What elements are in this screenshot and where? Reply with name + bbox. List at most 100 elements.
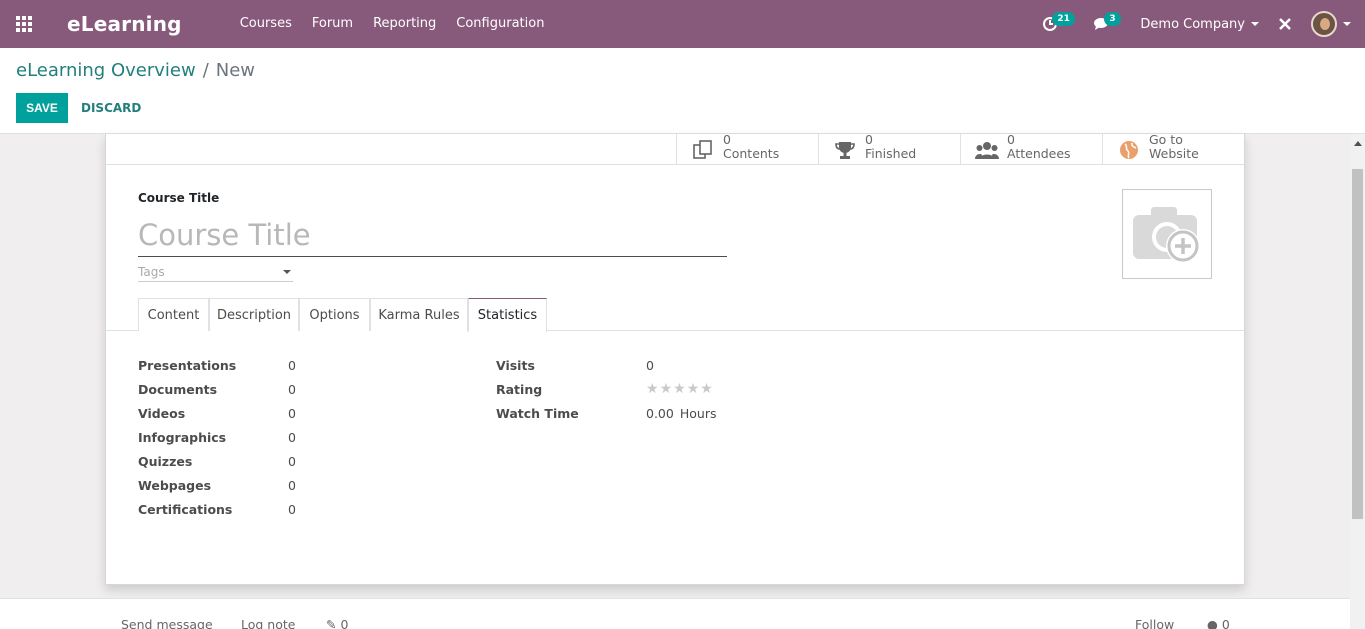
website-top-label: Go to <box>1149 132 1183 147</box>
company-switcher[interactable]: Demo Company <box>1122 17 1273 32</box>
breadcrumb: eLearning Overview / New <box>16 60 255 81</box>
tab-options[interactable]: Options <box>299 298 370 331</box>
tab-content[interactable]: Content <box>138 298 209 331</box>
top-navbar: eLearning Courses Forum Reporting Config… <box>0 0 1365 48</box>
breadcrumb-parent[interactable]: eLearning Overview <box>16 60 196 81</box>
scroll-thumb[interactable] <box>1352 169 1363 519</box>
course-title-label: Course Title <box>138 191 220 205</box>
website-label: Website <box>1149 146 1199 161</box>
star-icon: ★ <box>673 381 686 397</box>
watch-time-value: 0.00 <box>646 406 674 421</box>
activity-button[interactable]: 21 <box>1030 0 1075 48</box>
tab-karma-rules[interactable]: Karma Rules <box>370 298 468 331</box>
stat-webpages: Webpages 0 <box>138 478 438 498</box>
tools-icon <box>1279 18 1291 30</box>
company-name: Demo Company <box>1140 16 1245 32</box>
user-icon: ● <box>1207 617 1218 629</box>
star-icon: ★ <box>686 381 700 397</box>
attachment-count: 0 <box>340 617 349 629</box>
followers-button[interactable]: ● 0 <box>1207 617 1230 629</box>
star-icon: ★ <box>659 381 673 397</box>
user-avatar[interactable] <box>1311 11 1337 37</box>
camera-add-icon <box>1133 207 1200 263</box>
debug-button[interactable] <box>1273 0 1297 48</box>
rating-stars: ★ ★ ★ ★ ★ <box>646 381 713 397</box>
systray: 21 3 Demo Company <box>1030 0 1365 48</box>
dropdown-arrow-icon <box>283 270 291 274</box>
paperclip-icon: ✎ <box>326 617 337 629</box>
control-panel: eLearning Overview / New SAVE DISCARD <box>0 48 1365 134</box>
menu-courses[interactable]: Courses <box>230 0 302 48</box>
copy-icon <box>691 139 715 161</box>
stat-label: Infographics <box>138 430 227 445</box>
messaging-badge: 3 <box>1104 12 1121 26</box>
stat-label: Presentations <box>138 358 237 373</box>
course-title-input[interactable] <box>138 214 727 257</box>
discard-button[interactable]: DISCARD <box>81 93 141 123</box>
stat-label: Videos <box>138 406 186 421</box>
watch-time-value-group: 0.00 Hours <box>646 406 716 421</box>
users-icon <box>975 139 999 161</box>
stat-infographics: Infographics 0 <box>138 430 438 450</box>
star-icon: ★ <box>646 381 659 397</box>
apps-menu-icon[interactable] <box>0 0 48 48</box>
attachments-button[interactable]: ✎ 0 <box>326 617 348 629</box>
form-sheet: 0 Contents 0 Finished 0 Attendees Go to Webs… <box>105 132 1245 585</box>
user-menu-caret-icon[interactable] <box>1343 22 1351 26</box>
attendees-stat-button[interactable]: 0 Attendees <box>960 132 1102 165</box>
stat-quizzes: Quizzes 0 <box>138 454 438 474</box>
stat-value: 0 <box>288 502 296 517</box>
send-message-button[interactable]: Send message <box>121 617 213 629</box>
stat-documents: Documents 0 <box>138 382 438 402</box>
messaging-button[interactable]: 3 <box>1082 0 1122 48</box>
stat-presentations: Presentations 0 <box>138 358 438 378</box>
menu-forum[interactable]: Forum <box>302 0 363 48</box>
stat-value: 0 <box>288 478 296 493</box>
stat-rating: Rating ★ ★ ★ ★ ★ <box>496 381 796 402</box>
course-image-upload[interactable] <box>1122 189 1212 279</box>
main-menu: Courses Forum Reporting Configuration <box>230 0 555 48</box>
tags-placeholder: Tags <box>138 265 165 279</box>
log-note-button[interactable]: Log note <box>241 617 295 629</box>
stat-watch-time: Watch Time 0.00 Hours <box>496 406 796 426</box>
vertical-scrollbar[interactable] <box>1350 134 1365 629</box>
watch-time-unit: Hours <box>679 406 717 421</box>
stat-label: Certifications <box>138 502 233 517</box>
follow-button[interactable]: Follow <box>1135 617 1174 629</box>
globe-icon <box>1117 139 1141 161</box>
contents-label: Contents <box>723 146 780 161</box>
go-to-website-button[interactable]: Go to Website <box>1102 132 1244 165</box>
finished-stat-button[interactable]: 0 Finished <box>818 132 960 165</box>
visits-value: 0 <box>646 358 654 373</box>
tab-description[interactable]: Description <box>209 298 299 331</box>
caret-down-icon <box>1251 22 1259 26</box>
stat-value: 0 <box>288 382 296 397</box>
tags-field[interactable]: Tags <box>138 263 293 282</box>
visits-label: Visits <box>496 358 535 373</box>
save-button[interactable]: SAVE <box>16 93 68 123</box>
rating-label: Rating <box>496 382 543 397</box>
star-icon: ★ <box>700 381 713 397</box>
stat-certifications: Certifications 0 <box>138 502 438 522</box>
menu-reporting[interactable]: Reporting <box>363 0 446 48</box>
stat-visits: Visits 0 <box>496 358 796 378</box>
trophy-icon <box>833 139 857 161</box>
scroll-up-icon[interactable] <box>1354 141 1362 146</box>
watch-time-label: Watch Time <box>496 406 579 421</box>
stat-value: 0 <box>288 430 296 445</box>
stat-label: Quizzes <box>138 454 193 469</box>
contents-count: 0 <box>723 132 731 147</box>
contents-stat-button[interactable]: 0 Contents <box>676 132 818 165</box>
breadcrumb-separator: / <box>202 60 209 81</box>
tab-statistics[interactable]: Statistics <box>468 298 547 332</box>
stat-label: Webpages <box>138 478 212 493</box>
stat-videos: Videos 0 <box>138 406 438 426</box>
stat-value: 0 <box>288 358 296 373</box>
finished-count: 0 <box>865 132 873 147</box>
menu-configuration[interactable]: Configuration <box>446 0 554 48</box>
attendees-count: 0 <box>1007 132 1015 147</box>
stat-value: 0 <box>288 454 296 469</box>
breadcrumb-current: New <box>215 60 256 81</box>
app-brand[interactable]: eLearning <box>67 12 182 36</box>
stat-label: Documents <box>138 382 218 397</box>
